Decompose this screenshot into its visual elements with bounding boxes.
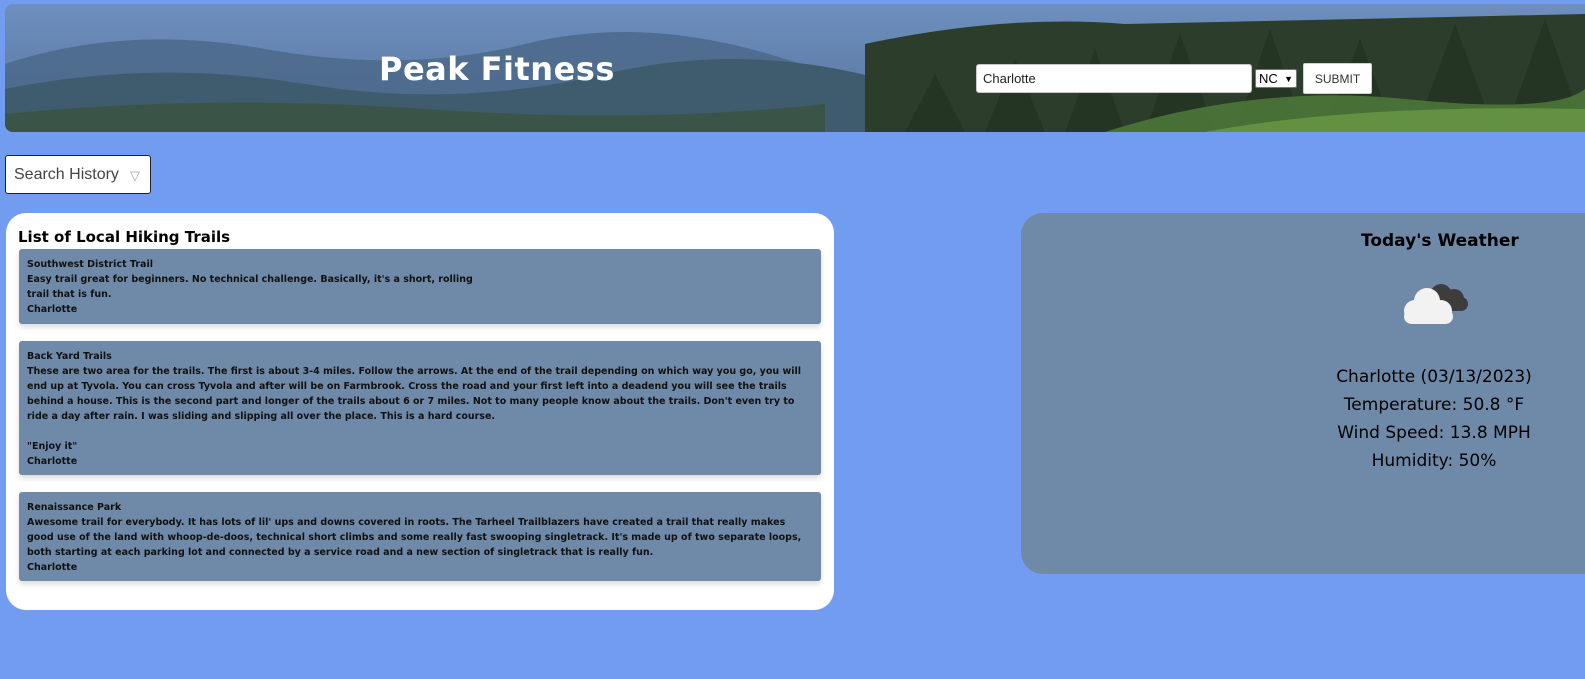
trails-title: List of Local Hiking Trails xyxy=(18,228,231,246)
trail-name: Renaissance Park xyxy=(27,502,122,513)
trail-description: These are two area for the trails. The f… xyxy=(27,366,802,452)
cloudy-icon xyxy=(1404,284,1468,324)
trail-item[interactable]: Renaissance Park Awesome trail for every… xyxy=(19,492,821,581)
search-history-label: Search History xyxy=(14,165,119,183)
trail-item[interactable]: Southwest District Trail Easy trail grea… xyxy=(19,249,821,324)
city-search-input[interactable] xyxy=(976,64,1252,93)
weather-wind-speed: Wind Speed: 13.8 MPH xyxy=(1337,423,1531,443)
weather-card: Today's Weather Charlotte (03/13/2023) T… xyxy=(1021,213,1585,574)
submit-button[interactable]: SUBMIT xyxy=(1303,63,1372,94)
trail-name: Southwest District Trail xyxy=(27,259,153,270)
weather-location: Charlotte (03/13/2023) xyxy=(1336,367,1532,387)
weather-title: Today's Weather xyxy=(1361,231,1519,251)
state-select[interactable]: NC ▼ xyxy=(1255,69,1297,88)
trail-city: Charlotte xyxy=(27,304,78,315)
trail-name: Back Yard Trails xyxy=(27,351,112,362)
triangle-down-icon: ▽ xyxy=(130,168,140,183)
trail-description: Awesome trail for everybody. It has lots… xyxy=(27,517,802,558)
search-history-dropdown[interactable]: Search History ▽ xyxy=(5,155,151,194)
trails-card: List of Local Hiking Trails Southwest Di… xyxy=(6,213,834,610)
trail-description: Easy trail great for beginners. No techn… xyxy=(27,274,473,300)
weather-details: Charlotte (03/13/2023) Temperature: 50.8… xyxy=(1321,363,1547,475)
trail-city: Charlotte xyxy=(27,456,78,467)
chevron-down-icon: ▼ xyxy=(1284,73,1293,84)
weather-temperature: Temperature: 50.8 °F xyxy=(1343,395,1525,415)
trail-city: Charlotte xyxy=(27,562,78,573)
trail-item[interactable]: Back Yard Trails These are two area for … xyxy=(19,341,821,475)
state-select-value: NC xyxy=(1259,71,1278,86)
brand-title: Peak Fitness xyxy=(379,50,615,88)
weather-humidity: Humidity: 50% xyxy=(1371,451,1497,471)
